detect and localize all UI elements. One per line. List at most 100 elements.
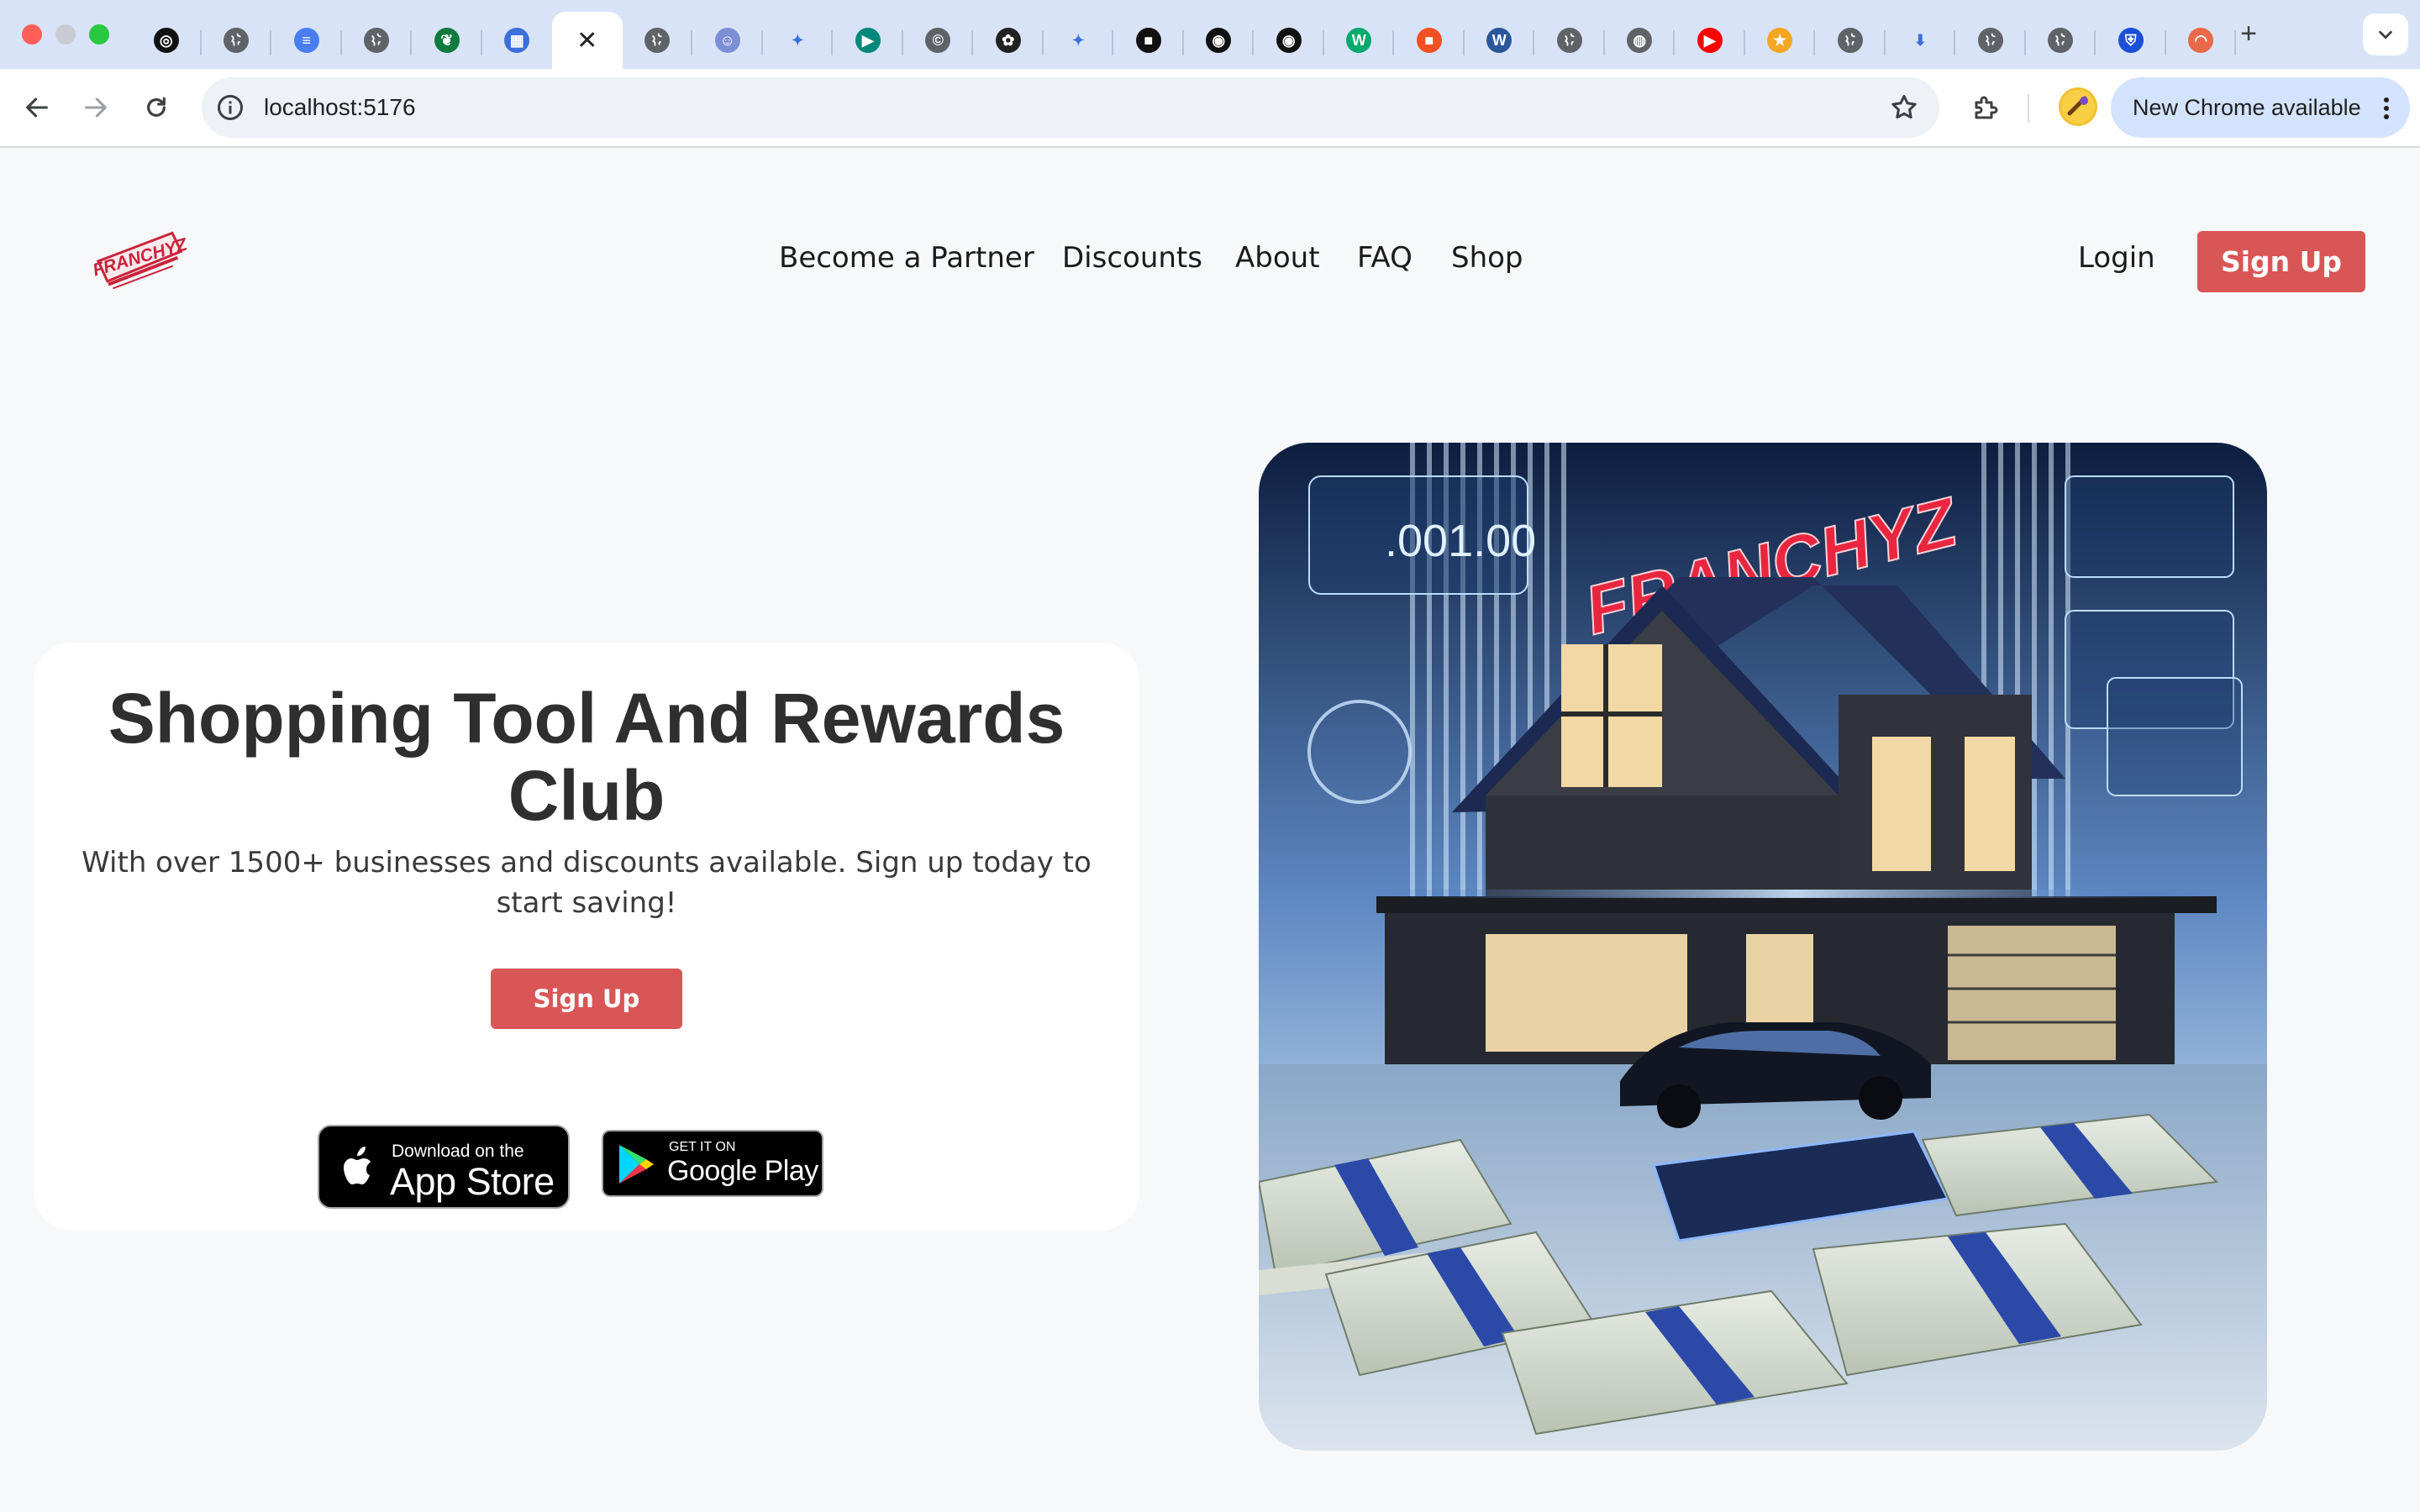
browser-tab[interactable]: W <box>1324 12 1395 69</box>
reload-button[interactable] <box>138 89 175 126</box>
nav-sign-up-button[interactable]: Sign Up <box>2197 231 2365 292</box>
robot-icon: ☺ <box>714 28 740 53</box>
browser-tab[interactable]: W <box>1465 12 1535 69</box>
globe-icon <box>1556 28 1582 53</box>
more-vertical-icon <box>2384 97 2389 119</box>
browser-tab[interactable]: ★ <box>1745 12 1816 69</box>
address-bar[interactable]: localhost:5176 <box>202 77 1939 138</box>
hero-title: Shopping Tool And Rewards Club <box>108 679 1065 835</box>
arrow-left-icon <box>26 97 48 118</box>
copilot-icon: ✿ <box>995 28 1021 53</box>
globe-icon <box>644 28 671 53</box>
browser-tab[interactable]: ❦ <box>412 12 482 69</box>
browser-tab[interactable] <box>1815 12 1886 69</box>
image-icon: ▦ <box>504 28 530 53</box>
forward-button[interactable] <box>77 89 114 126</box>
nav-discounts[interactable]: Discounts <box>1062 241 1202 275</box>
hero-image: .001.00 FRANCHYZ <box>1259 443 2267 1451</box>
browser-tab[interactable]: ⬇ <box>1886 12 1956 69</box>
browser-tab[interactable]: ☺ <box>692 12 763 69</box>
franchyz-logo: FRANCHYZ <box>91 231 190 290</box>
copyright-icon: © <box>925 28 951 53</box>
browser-tab[interactable] <box>342 12 413 69</box>
browser-tab[interactable]: ▶ <box>833 12 903 69</box>
browser-tab[interactable] <box>623 12 693 69</box>
google-play-small-text: GET IT ON <box>669 1140 736 1154</box>
browser-tab[interactable]: ✦ <box>763 12 834 69</box>
arrow-right-icon <box>85 97 107 118</box>
word-icon: W <box>1486 28 1512 53</box>
update-chrome-button[interactable]: New Chrome available <box>2111 77 2410 138</box>
extensions-button[interactable] <box>1968 89 2005 126</box>
browser-toolbar: localhost:5176 New Chrome available <box>0 69 2420 148</box>
hero-sign-up-button[interactable]: Sign Up <box>491 969 682 1029</box>
login-link[interactable]: Login <box>2078 241 2155 275</box>
back-button[interactable] <box>18 89 55 126</box>
nav-become-partner[interactable]: Become a Partner <box>779 241 1034 275</box>
nav-faq[interactable]: FAQ <box>1357 241 1413 275</box>
browser-tab[interactable]: ⛨ <box>2096 12 2166 69</box>
google-play-badge[interactable]: GET IT ON Google Play <box>602 1130 823 1197</box>
chrome-icon: ◍ <box>1627 28 1653 53</box>
browser-tab[interactable]: ✿ <box>973 12 1044 69</box>
new-tab-button[interactable]: + <box>2232 17 2265 50</box>
site-info-icon[interactable] <box>215 92 245 123</box>
download-icon: ⬇ <box>1913 31 1927 49</box>
google-play-icon <box>619 1145 654 1184</box>
bookmark-star-icon[interactable] <box>1889 92 1919 123</box>
browser-tab[interactable]: ◠ <box>2166 12 2237 69</box>
apple-icon <box>344 1147 371 1184</box>
browser-tab[interactable] <box>1534 12 1605 69</box>
youtube-icon: ▶ <box>1697 28 1723 53</box>
browser-tab[interactable]: ■ <box>1113 12 1184 69</box>
browser-tab[interactable]: ◉ <box>1184 12 1255 69</box>
puzzle-icon <box>1975 96 1998 119</box>
update-chrome-label: New Chrome available <box>2133 95 2361 120</box>
url-text[interactable]: localhost:5176 <box>264 77 416 138</box>
tab-list: ◎ ≡ ❦ ▦ ✕ ☺ ✦ ▶ © ✿ ✦ ■ ◉ ◉ W ■ W ◍ ▶ ★ ⬇ ⛨ ◠ <box>131 12 2272 69</box>
house-and-money-illustration: .001.00 FRANCHYZ <box>1259 443 2267 1451</box>
nav-shop[interactable]: Shop <box>1451 241 1523 275</box>
browser-tab[interactable]: ◎ <box>131 12 202 69</box>
browser-tab[interactable]: ✦ <box>1044 12 1114 69</box>
chevron-down-icon <box>2379 30 2392 39</box>
svg-text:.001.00: .001.00 <box>1385 516 1536 566</box>
sparkle-icon: ✦ <box>1071 31 1085 49</box>
browser-tab[interactable] <box>2026 12 2096 69</box>
chatgpt-icon: ◎ <box>153 28 179 53</box>
browser-tab[interactable] <box>1955 12 2026 69</box>
page-viewport: FRANCHYZ Become a Partner Discounts Abou… <box>0 149 2420 1512</box>
hero-subtitle: With over 1500+ businesses and discounts… <box>82 846 1092 920</box>
browser-tab[interactable]: ◍ <box>1605 12 1676 69</box>
nav-about[interactable]: About <box>1235 241 1320 275</box>
browser-tab[interactable] <box>202 12 272 69</box>
plus-icon: + <box>2240 17 2257 50</box>
zoom-window-button[interactable] <box>89 24 109 45</box>
tab-search-button[interactable] <box>2363 13 2408 55</box>
site-logo[interactable]: FRANCHYZ <box>91 224 190 293</box>
google-meet-icon: ▶ <box>855 28 881 53</box>
app-store-big-text: App Store <box>390 1160 555 1203</box>
github-icon: ◉ <box>1206 28 1232 53</box>
globe-icon <box>1837 28 1863 53</box>
browser-tab[interactable]: ≡ <box>271 12 342 69</box>
browser-tab[interactable]: ▦ <box>482 12 553 69</box>
globe-icon <box>2048 28 2074 53</box>
app-store-badge[interactable]: Download on the App Store <box>318 1125 570 1209</box>
close-window-button[interactable] <box>22 24 42 45</box>
reload-icon <box>147 97 166 117</box>
shield-icon: ⛨ <box>2118 28 2144 53</box>
minimize-window-button[interactable] <box>55 24 76 45</box>
browser-tab[interactable]: ▶ <box>1675 12 1745 69</box>
browser-tab[interactable]: © <box>903 12 974 69</box>
avatar-icon <box>2061 90 2095 123</box>
close-icon[interactable]: ✕ <box>576 26 597 55</box>
profile-avatar[interactable] <box>2059 87 2097 126</box>
browser-tab[interactable]: ◉ <box>1254 12 1324 69</box>
toolbar-divider <box>2028 94 2029 123</box>
w3schools-icon: W <box>1346 28 1372 53</box>
black-square-icon: ■ <box>1135 28 1161 53</box>
browser-tab[interactable]: ■ <box>1394 12 1465 69</box>
hero-card: Shopping Tool And Rewards Club With over… <box>34 643 1139 1231</box>
browser-tab[interactable]: ✕ <box>552 12 623 69</box>
